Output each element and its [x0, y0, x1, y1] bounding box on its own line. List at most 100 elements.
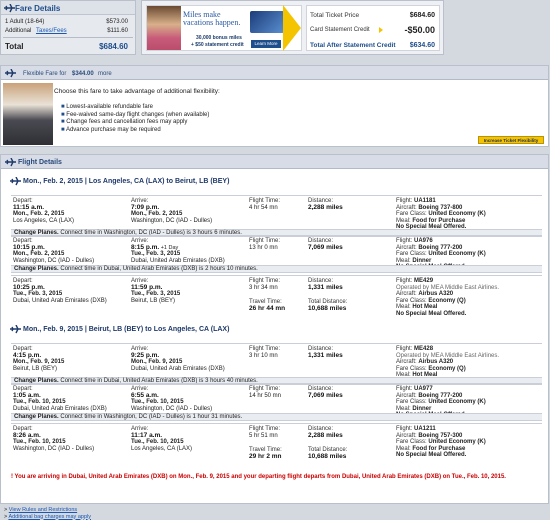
- learn-more-button[interactable]: Learn More: [251, 40, 281, 48]
- flight-time-label: Flight Time:: [249, 278, 281, 284]
- distance-value: 1,331 miles: [308, 283, 343, 291]
- rules-link[interactable]: View Rules and Restrictions: [9, 507, 77, 513]
- meal-row: Meal: Hot Meal: [396, 304, 499, 311]
- arrive-info: Arrive: 9:25 p.m. Mon., Feb. 9, 2015 Dubai,…: [131, 346, 225, 372]
- fare-class-label: Fare Class:: [396, 297, 427, 304]
- depart-time: 10:25 p.m.: [13, 283, 45, 291]
- arrive-info: Arrive: 8:15 p.m. +1 Day Tue., Feb. 3, 201…: [131, 238, 225, 264]
- credit-card-image: [250, 11, 284, 33]
- distance-info: Distance: 2,288 miles: [308, 198, 343, 211]
- arrive-time-row: 11:59 p.m.: [131, 283, 180, 292]
- arrive-date: Tue., Feb. 10, 2015: [131, 439, 184, 446]
- total-price: $684.60: [99, 42, 128, 51]
- arrive-date: Mon., Feb. 2, 2015: [131, 211, 183, 218]
- meal-row: Meal: Food for Purchase: [396, 218, 486, 225]
- distance-value: 2,288 miles: [308, 203, 343, 211]
- increase-flexibility-button[interactable]: Increase Ticket Flexibility: [478, 136, 544, 144]
- travel-time-value: 29 hr 2 mn: [249, 452, 282, 460]
- flight-time-info: Flight Time: 5 hr 51 mn Travel Time: 29 hr …: [249, 426, 282, 460]
- distance-value: 7,069 miles: [308, 391, 343, 399]
- depart-city: Dubai, United Arab Emirates (DXB): [13, 297, 107, 304]
- flight-label: Flight:: [396, 386, 413, 392]
- depart-date: Mon., Feb. 9, 2015: [13, 359, 65, 366]
- after-credit-value: $634.60: [409, 42, 435, 49]
- flight-details-panel: Flight Details Mon., Feb. 2, 2015 | Los …: [0, 154, 549, 504]
- distance-value: 1,331 miles: [308, 351, 343, 359]
- arrive-city: Washington, DC (IAD - Dulles): [131, 217, 213, 224]
- benefit-item: ■ Lowest-available refundable fare: [61, 104, 154, 110]
- arrive-time-row: 9:25 p.m.: [131, 352, 225, 360]
- depart-city: Washington, DC (IAD - Dulles): [13, 445, 95, 452]
- fare-class-label: Fare Class:: [396, 399, 427, 406]
- flight-time-label: Flight Time:: [249, 386, 281, 392]
- benefit-item: ■ Change fees and cancellation fees may …: [61, 119, 188, 125]
- operated-by: Operated by MEA Middle East Airlines.: [396, 352, 500, 359]
- total-distance-value: 10,688 miles: [308, 304, 347, 312]
- after-credit-label: Total After Statement Credit: [310, 42, 396, 49]
- arrive-time-row: 6:55 a.m.: [131, 392, 212, 400]
- arrive-time: 11:59 p.m.: [131, 283, 163, 291]
- bag-charges-link[interactable]: Additional bag charges may apply: [8, 514, 91, 520]
- depart-time: 1:05 a.m.: [13, 391, 41, 399]
- distance-value: 2,288 miles: [308, 431, 343, 439]
- meal-row: Meal: Dinner: [396, 406, 486, 413]
- flight-time-info: Flight Time: 13 hr 0 mn: [249, 238, 280, 251]
- meal-row: Meal: Dinner: [396, 258, 486, 265]
- traveler-photo: [3, 83, 53, 145]
- connect-time: Connect time in Washington, DC (IAD - Du…: [60, 414, 243, 420]
- depart-city: Dubai, United Arab Emirates (DXB): [13, 405, 107, 412]
- flight-time-label: Flight Time:: [249, 238, 281, 244]
- flexible-fare-suffix: more: [98, 71, 112, 77]
- fare-class-row: Fare Class: Economy (Q): [396, 298, 499, 305]
- flight-time-value: 13 hr 0 mn: [249, 244, 278, 251]
- flight-time-info: Flight Time: 4 hr 54 mn: [249, 198, 280, 211]
- aircraft-label: Aircraft:: [396, 392, 417, 399]
- ad-banner[interactable]: Miles make vacations happen. 30,000 bonu…: [146, 5, 302, 51]
- aircraft-row: Aircraft: Boeing 737-800: [396, 205, 486, 212]
- aircraft-label: Aircraft:: [396, 244, 417, 251]
- arrive-time: 7:09 p.m.: [131, 203, 160, 211]
- taxes-fees-link[interactable]: Taxes/Fees: [36, 28, 67, 34]
- travel-time-value: 26 hr 44 mn: [249, 304, 286, 312]
- flight-segment: Depart: 4:15 p.m. Mon., Feb. 9, 2015 Beirut…: [11, 343, 542, 385]
- woman-photo: [147, 6, 181, 50]
- distance-info: Distance: 2,288 miles Total Distance: 10,68…: [308, 426, 347, 460]
- flight-label: Flight:: [396, 198, 413, 204]
- flight-number: ME428: [414, 346, 434, 352]
- arrive-time: 8:15 p.m.: [131, 243, 160, 251]
- flight-time-label: Flight Time:: [249, 426, 281, 432]
- fare-class-value: United Economy (K): [428, 251, 486, 258]
- meal-value: Dinner: [412, 257, 432, 264]
- arrive-city: Dubai, United Arab Emirates (DXB): [131, 257, 225, 264]
- fare-class-value: United Economy (K): [428, 399, 486, 406]
- arrive-time-row: 8:15 p.m. +1 Day: [131, 243, 225, 252]
- operated-by: Operated by MEA Middle East Airlines.: [396, 284, 500, 291]
- depart-info: Depart: 4:15 p.m. Mon., Feb. 9, 2015 Beirut…: [13, 346, 64, 372]
- depart-date: Tue., Feb. 10, 2015: [13, 399, 66, 406]
- flight-time-value: 5 hr 51 mn: [249, 432, 278, 439]
- total-label: Total: [5, 42, 24, 51]
- depart-time: 4:15 p.m.: [13, 351, 42, 359]
- trip-list: Mon., Feb. 2, 2015 | Los Angeles, CA (LA…: [1, 155, 548, 503]
- trip-block: Mon., Feb. 2, 2015 | Los Angeles, CA (LA…: [3, 173, 546, 319]
- plane-icon: [10, 176, 21, 186]
- total-ticket-label: Total Ticket Price: [310, 12, 360, 19]
- depart-date: Tue., Feb. 10, 2015: [13, 439, 66, 446]
- arrive-city: Dubai, United Arab Emirates (DXB): [131, 365, 225, 372]
- aircraft-value: Boeing 777-200: [418, 392, 463, 399]
- depart-city: Los Angeles, CA (LAX): [13, 217, 75, 224]
- fare-class-label: Fare Class:: [396, 365, 427, 372]
- flight-segment: Depart: 10:15 p.m. Mon., Feb. 2, 2015 Washi…: [11, 235, 542, 270]
- aircraft-value: Airbus A320: [418, 291, 454, 298]
- fare-class-value: United Economy (K): [428, 439, 486, 446]
- depart-info: Depart: 10:25 p.m. Tue., Feb. 3, 2015 Dubai…: [13, 278, 107, 304]
- arrive-time-row: 7:09 p.m.: [131, 203, 212, 212]
- total-ticket-value: $684.60: [409, 12, 435, 19]
- flight-number-row: Flight: UA1211: [396, 426, 486, 433]
- fare-class-row: Fare Class: United Economy (K): [396, 251, 486, 258]
- meal-value: Dinner: [412, 405, 432, 412]
- adult-label: 1 Adult (18-64): [5, 19, 45, 25]
- fare-class-label: Fare Class:: [396, 439, 427, 446]
- card-credit-value: -$50.00: [404, 25, 435, 35]
- flight-number: UA1211: [414, 426, 436, 432]
